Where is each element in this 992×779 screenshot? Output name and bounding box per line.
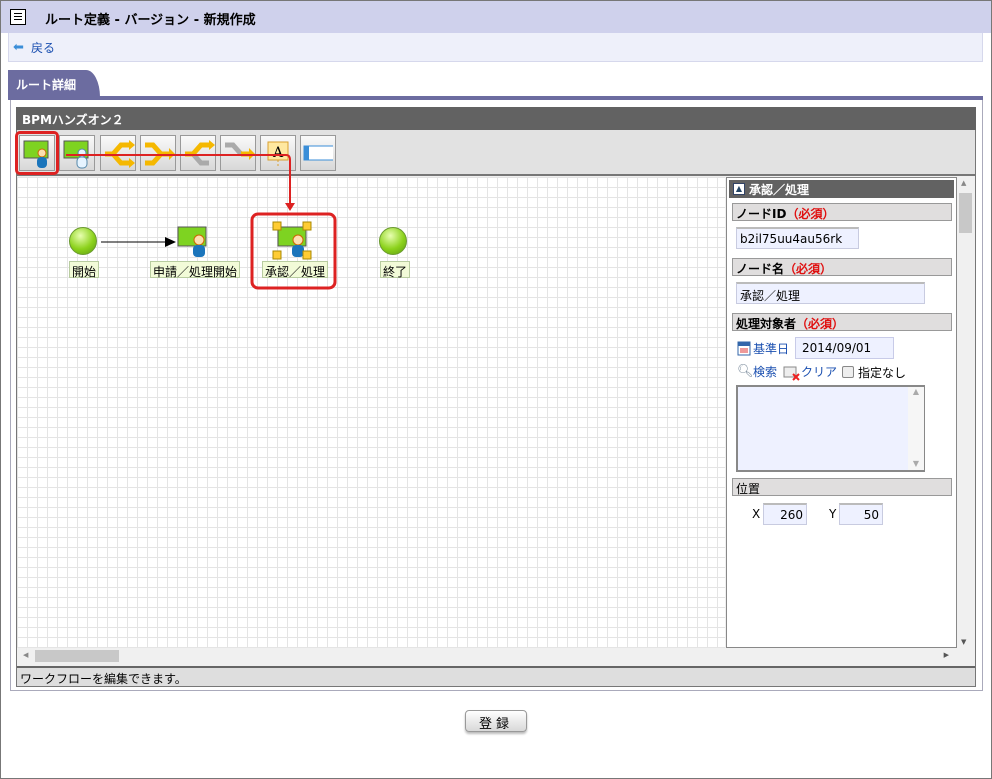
apply-node-label[interactable]: 申請／処理開始 bbox=[150, 261, 241, 279]
register-button[interactable]: 登録 bbox=[465, 710, 527, 732]
y-input[interactable]: 50 bbox=[839, 503, 883, 525]
node-name-label: ノード名 bbox=[736, 262, 785, 276]
scroll-right-icon[interactable]: ▶ bbox=[944, 651, 949, 659]
status-bar: ワークフローを編集できます。 bbox=[17, 666, 975, 686]
scroll-down-icon[interactable]: ▼ bbox=[961, 638, 966, 646]
horizontal-scrollbar[interactable]: ◀ ▶ bbox=[17, 648, 957, 664]
user-task-node-icon[interactable] bbox=[177, 225, 209, 257]
start-node-icon[interactable] bbox=[69, 227, 97, 255]
scroll-up-icon[interactable]: ▲ bbox=[961, 179, 966, 187]
node-name-input[interactable]: 承認／処理 bbox=[736, 282, 925, 304]
node-id-header: ノードID（必須） bbox=[732, 203, 952, 221]
end-node-label[interactable]: 終了 bbox=[380, 261, 411, 279]
start-node-label[interactable]: 開始 bbox=[69, 261, 100, 279]
scroll-left-icon[interactable]: ◀ bbox=[23, 651, 28, 659]
horizontal-scroll-thumb[interactable] bbox=[35, 650, 119, 662]
collapse-icon[interactable]: ▲ bbox=[733, 183, 745, 195]
clear-icon[interactable] bbox=[783, 365, 801, 381]
clear-link[interactable]: クリア bbox=[801, 363, 837, 380]
x-label: X bbox=[752, 507, 761, 521]
assignee-header: 処理対象者（必須） bbox=[732, 313, 952, 331]
assignee-list[interactable]: ▲ ▼ bbox=[736, 385, 925, 472]
node-id-label: ノードID bbox=[736, 207, 787, 221]
node-name-header: ノード名（必須） bbox=[732, 258, 952, 276]
base-date-label[interactable]: 基準日 bbox=[753, 340, 789, 357]
scroll-down-icon[interactable]: ▼ bbox=[908, 459, 924, 468]
required-mark: （必須） bbox=[786, 207, 835, 221]
unspecified-checkbox[interactable] bbox=[842, 366, 854, 378]
search-icon[interactable]: 🔍︎ bbox=[737, 364, 754, 379]
drag-guide-arrowhead bbox=[285, 203, 295, 211]
base-date-input[interactable]: 2014/09/01 bbox=[795, 337, 894, 359]
calendar-icon[interactable] bbox=[737, 340, 751, 356]
vertical-scroll-thumb[interactable] bbox=[959, 193, 972, 233]
node-id-input[interactable]: b2il75uu4au56rk bbox=[736, 227, 859, 249]
assignee-list-scrollbar[interactable]: ▲ ▼ bbox=[908, 387, 924, 470]
vertical-scrollbar[interactable]: ▲ ▼ bbox=[957, 177, 974, 648]
unspecified-label: 指定なし bbox=[858, 366, 907, 380]
user-task-node-selected-icon[interactable] bbox=[272, 221, 314, 261]
required-mark: （必須） bbox=[784, 262, 833, 276]
flow-arrowhead bbox=[165, 237, 176, 247]
assignee-label: 処理対象者 bbox=[736, 317, 797, 331]
y-label: Y bbox=[829, 507, 837, 521]
required-mark: （必須） bbox=[796, 317, 845, 331]
drag-guide-line bbox=[66, 154, 291, 205]
approve-node-label[interactable]: 承認／処理 bbox=[262, 261, 329, 279]
scroll-up-icon[interactable]: ▲ bbox=[908, 387, 924, 396]
position-header: 位置 bbox=[732, 478, 952, 496]
end-node-icon[interactable] bbox=[379, 227, 407, 255]
search-link[interactable]: 検索 bbox=[753, 363, 777, 380]
properties-title: 承認／処理 bbox=[729, 180, 954, 198]
x-input[interactable]: 260 bbox=[763, 503, 807, 525]
